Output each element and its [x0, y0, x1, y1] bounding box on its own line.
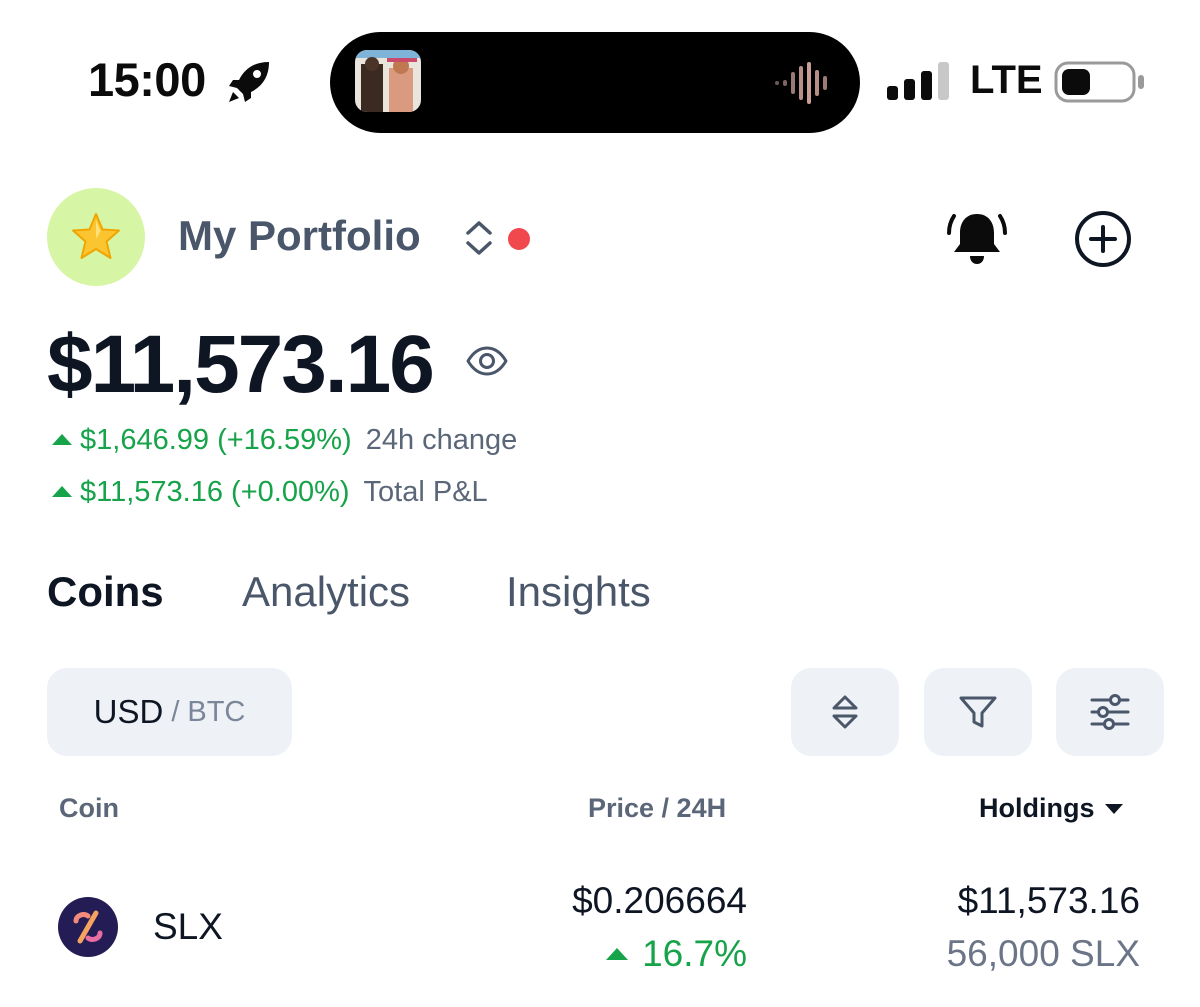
- coin-holdings-quantity: 56,000 SLX: [946, 933, 1140, 974]
- total-pnl-value: $11,573.16 (+0.00%): [80, 476, 350, 508]
- portfolio-balance: $11,573.16: [47, 319, 435, 410]
- cellular-signal-icon: [887, 62, 949, 100]
- column-header-holdings[interactable]: Holdings: [979, 793, 1123, 824]
- rocket-icon: [229, 62, 269, 102]
- up-arrow-icon: [52, 486, 72, 497]
- coin-price: $0.206664: [572, 880, 747, 921]
- caret-down-icon: [1104, 803, 1123, 814]
- chevron-up-down-icon[interactable]: [463, 218, 495, 258]
- filter-button[interactable]: [924, 668, 1032, 756]
- now-playing-artwork[interactable]: [355, 50, 421, 112]
- view-settings-button[interactable]: [1056, 668, 1164, 756]
- audio-waveform-icon: [775, 62, 827, 104]
- tab-coins[interactable]: Coins: [47, 568, 164, 616]
- notification-dot: [508, 228, 530, 250]
- total-pnl-label: Total P&L: [363, 476, 488, 508]
- coin-symbol[interactable]: SLX: [153, 906, 223, 948]
- currency-btc[interactable]: BTC: [187, 696, 245, 729]
- tab-analytics[interactable]: Analytics: [242, 568, 410, 616]
- tab-insights[interactable]: Insights: [506, 568, 651, 616]
- change-24h-row: $1,646.99 (+16.59%) 24h change: [52, 424, 517, 457]
- star-icon: [72, 213, 120, 259]
- portfolio-avatar[interactable]: [47, 188, 145, 286]
- change-24h-value: $1,646.99 (+16.59%): [80, 424, 352, 456]
- currency-usd[interactable]: USD: [94, 693, 164, 731]
- network-type: LTE: [970, 58, 1043, 102]
- eye-icon[interactable]: [466, 345, 508, 377]
- currency-toggle[interactable]: USD / BTC: [47, 668, 292, 756]
- sort-button[interactable]: [791, 668, 899, 756]
- status-time: 15:00: [88, 53, 206, 106]
- total-pnl-row: $11,573.16 (+0.00%) Total P&L: [52, 476, 488, 509]
- coin-holdings-value: $11,573.16: [957, 880, 1140, 921]
- filter-icon: [959, 696, 997, 728]
- add-circle-icon[interactable]: [1074, 210, 1132, 268]
- up-arrow-icon: [606, 948, 629, 960]
- battery-icon: [1054, 61, 1144, 103]
- sort-icon: [832, 695, 858, 729]
- coin-change-value: 16.7%: [642, 933, 747, 974]
- up-arrow-icon: [52, 434, 72, 445]
- portfolio-name[interactable]: My Portfolio: [178, 212, 421, 260]
- bell-icon[interactable]: [946, 206, 1008, 270]
- currency-separator: /: [171, 695, 180, 728]
- column-header-coin[interactable]: Coin: [59, 793, 119, 824]
- coin-change-24h: 16.7%: [606, 933, 747, 975]
- slx-logo-icon: [73, 910, 103, 944]
- column-header-price[interactable]: Price / 24H: [588, 793, 726, 824]
- sliders-icon: [1090, 694, 1130, 730]
- coin-logo-slx[interactable]: [58, 897, 118, 957]
- change-24h-label: 24h change: [365, 424, 518, 456]
- holdings-header-label: Holdings: [979, 793, 1095, 823]
